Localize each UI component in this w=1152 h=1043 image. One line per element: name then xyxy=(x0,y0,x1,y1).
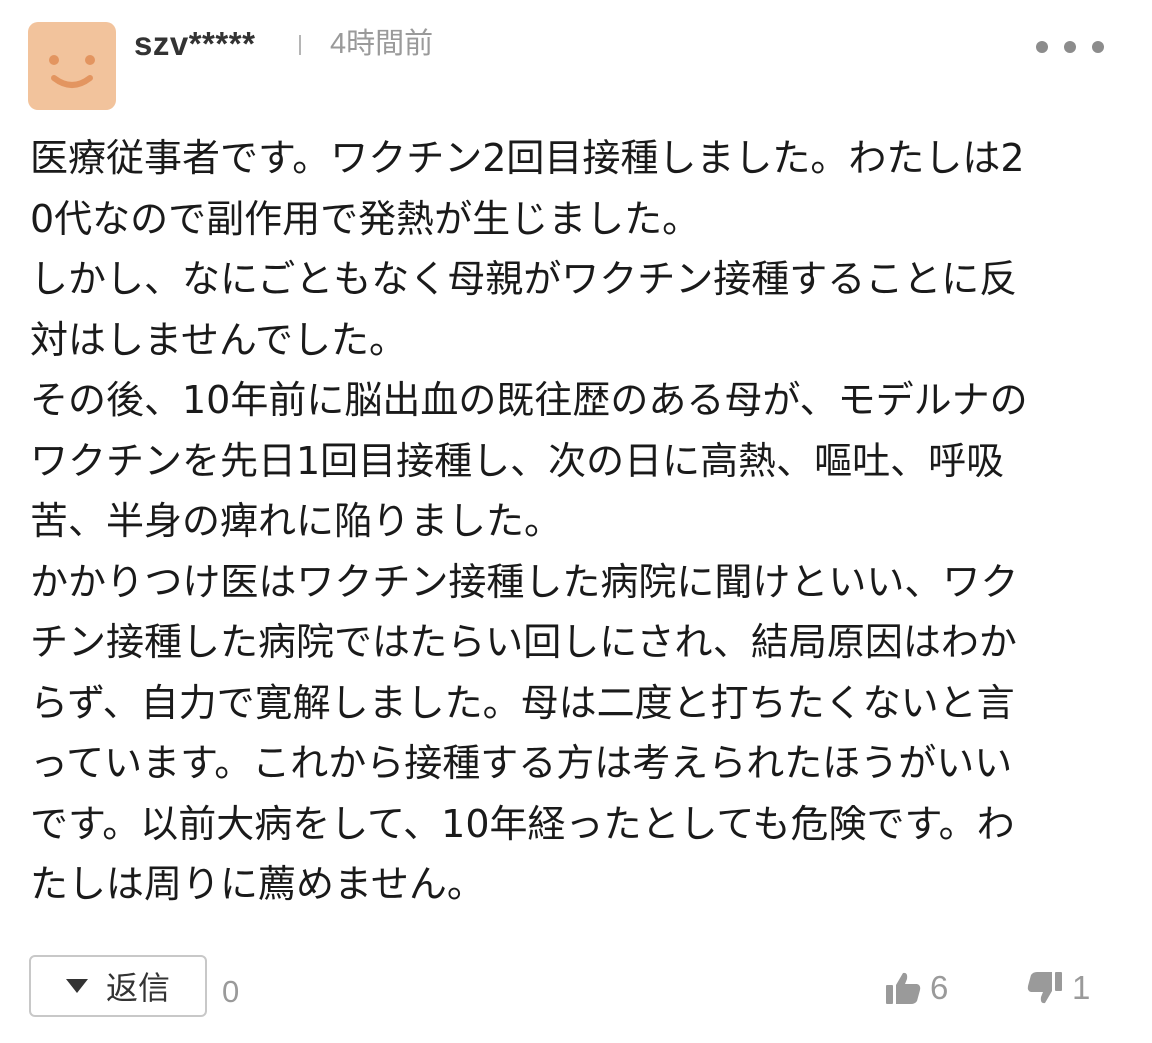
dislike-button[interactable]: 1 xyxy=(1026,966,1090,1010)
comment-card: szv***** 4時間前 医療従事者です。ワクチン2回目接種しました。わたしは… xyxy=(0,0,1152,1043)
avatar[interactable] xyxy=(28,22,116,110)
smiley-face-icon xyxy=(49,55,95,88)
dislike-count: 1 xyxy=(1072,969,1091,1006)
user-name[interactable]: szv***** xyxy=(134,24,255,64)
comment-line: しかし、なにごともなく母親がワクチン接種することに反 xyxy=(30,257,1018,301)
comment-line: その後、10年前に脳出血の既往歴のある母が、モデルナの xyxy=(30,378,1028,422)
like-count: 6 xyxy=(930,969,949,1006)
like-button[interactable]: 6 xyxy=(884,966,948,1010)
comment-body: 医療従事者です。ワクチン2回目接種しました。わたしは2 0代なので副作用で発熱が… xyxy=(30,128,1120,915)
thumbs-down-icon xyxy=(1027,972,1062,1004)
header-separator xyxy=(299,35,301,55)
comment-line: かかりつけ医はワクチン接種した病院に聞けといい、ワク xyxy=(30,559,1019,604)
thumbs-up-icon xyxy=(886,972,921,1004)
more-dot xyxy=(1064,41,1076,53)
comment-line: ワクチンを先日1回目接種し、次の日に高熱、嘔吐、呼吸 xyxy=(30,438,1005,483)
reply-button[interactable]: 返信 xyxy=(29,955,207,1017)
more-dot xyxy=(1092,41,1104,53)
reply-count: 0 xyxy=(222,974,240,1009)
comment-line: っています。これから接種する方は考えられたほうがいい xyxy=(30,741,1013,785)
comment-line: チン接種した病院ではたらい回しにされ、結局原因はわか xyxy=(30,620,1017,664)
comment-line: たしは周りに薦めません。 xyxy=(30,862,485,906)
triangle-down-icon xyxy=(65,979,88,993)
reply-label: 返信 xyxy=(105,969,170,1007)
comment-line: らず、自力で寛解しました。母は二度と打ちたくないと言 xyxy=(30,680,1015,725)
comment-line: 医療従事者です。ワクチン2回目接種しました。わたしは2 xyxy=(30,136,1025,180)
more-dots-icon[interactable] xyxy=(1036,34,1104,60)
more-dot xyxy=(1036,41,1048,53)
timestamp: 4時間前 xyxy=(330,28,434,60)
comment-line: です。以前大病をして、10年経ったとしても危険です。わ xyxy=(30,801,1015,846)
comment-line: 苦、半身の痺れに陥りました。 xyxy=(30,499,563,543)
comment-line: 対はしませんでした。 xyxy=(30,317,407,362)
comment-line: 0代なので副作用で発熱が生じました。 xyxy=(30,196,701,241)
